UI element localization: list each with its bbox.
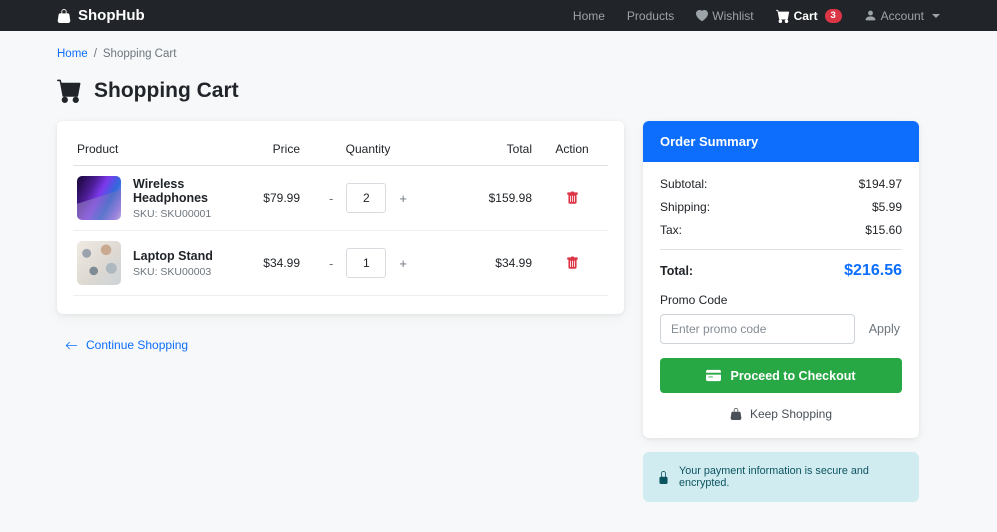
tax-label: Tax: xyxy=(660,223,683,237)
product-price: $79.99 xyxy=(222,165,304,231)
subtotal-value: $194.97 xyxy=(858,177,902,191)
decrease-qty-button[interactable]: - xyxy=(325,255,337,272)
arrow-left-icon xyxy=(65,339,78,352)
cart-title-icon xyxy=(57,78,82,103)
shipping-label: Shipping: xyxy=(660,200,711,214)
cart-icon xyxy=(775,9,790,23)
promo-code-input[interactable] xyxy=(660,314,855,344)
subtotal-row: Subtotal: $194.97 xyxy=(660,177,902,191)
col-header-price: Price xyxy=(222,133,304,166)
top-navbar: ShopHub Home Products Wishlist Cart 3 Ac… xyxy=(0,0,997,31)
cart-count-badge: 3 xyxy=(824,8,842,23)
promo-code-label: Promo Code xyxy=(660,293,728,307)
tax-row: Tax: $15.60 xyxy=(660,223,902,237)
shipping-value: $5.99 xyxy=(871,200,902,214)
bag-icon xyxy=(57,8,71,23)
line-total: $159.98 xyxy=(432,165,536,231)
product-sku: SKU: SKU00003 xyxy=(133,265,212,278)
nav-item-home[interactable]: Home xyxy=(573,9,605,23)
summary-divider xyxy=(660,249,902,250)
cart-items-card: Product Price Quantity Total Action Wire… xyxy=(57,121,624,314)
line-total: $34.99 xyxy=(432,230,536,296)
table-row: Laptop Stand SKU: SKU00003 $34.99 - 1 + … xyxy=(73,230,608,296)
bag-icon xyxy=(730,408,742,420)
proceed-to-checkout-button[interactable]: Proceed to Checkout xyxy=(660,358,902,393)
security-notice-text: Your payment information is secure and e… xyxy=(679,465,869,489)
col-header-action: Action xyxy=(536,133,608,166)
order-summary-title: Order Summary xyxy=(643,121,919,162)
nav-item-account[interactable]: Account xyxy=(864,9,940,23)
col-header-total: Total xyxy=(432,133,536,166)
product-sku: SKU: SKU00001 xyxy=(133,207,212,220)
product-image-wireless-headphones xyxy=(77,176,121,220)
quantity-input[interactable] xyxy=(346,183,387,213)
person-icon xyxy=(864,9,877,22)
breadcrumb: Home / Shopping Cart xyxy=(57,48,919,60)
keep-shopping-link[interactable]: Keep Shopping xyxy=(660,407,902,421)
order-summary-card: Order Summary Subtotal: $194.97 Shipping… xyxy=(643,121,919,438)
remove-item-button[interactable] xyxy=(564,254,581,272)
continue-shopping-link[interactable]: Continue Shopping xyxy=(65,338,188,352)
total-value: $216.56 xyxy=(844,262,902,279)
total-row: Total: $216.56 xyxy=(660,262,902,280)
product-image-laptop-stand xyxy=(77,241,121,285)
page-title: Shopping Cart xyxy=(57,78,919,103)
cart-table: Product Price Quantity Total Action Wire… xyxy=(73,133,608,296)
heart-icon xyxy=(696,9,709,22)
nav-item-products[interactable]: Products xyxy=(627,9,674,23)
brand-name: ShopHub xyxy=(78,7,145,24)
col-header-quantity: Quantity xyxy=(304,133,432,166)
brand-logo[interactable]: ShopHub xyxy=(57,7,145,24)
shipping-row: Shipping: $5.99 xyxy=(660,200,902,214)
col-header-product: Product xyxy=(73,133,222,166)
product-name: Laptop Stand xyxy=(133,248,213,263)
increase-qty-button[interactable]: + xyxy=(395,190,411,207)
lock-icon xyxy=(657,470,670,484)
apply-promo-button[interactable]: Apply xyxy=(855,322,902,336)
breadcrumb-separator: / xyxy=(93,48,97,60)
total-label: Total: xyxy=(660,264,694,278)
breadcrumb-current: Shopping Cart xyxy=(102,48,177,60)
product-name: Wireless Headphones xyxy=(133,176,209,205)
product-price: $34.99 xyxy=(222,230,304,296)
increase-qty-button[interactable]: + xyxy=(395,255,411,272)
trash-icon xyxy=(566,191,579,205)
breadcrumb-home-link[interactable]: Home xyxy=(57,48,88,60)
nav-links: Home Products Wishlist Cart 3 Account xyxy=(573,8,940,23)
nav-item-wishlist[interactable]: Wishlist xyxy=(696,9,754,23)
nav-item-cart[interactable]: Cart 3 xyxy=(775,8,842,23)
decrease-qty-button[interactable]: - xyxy=(325,190,337,207)
tax-value: $15.60 xyxy=(865,223,902,237)
security-notice: Your payment information is secure and e… xyxy=(643,452,919,502)
chevron-down-icon xyxy=(932,13,940,18)
table-row: Wireless Headphones SKU: SKU00001 $79.99… xyxy=(73,165,608,231)
quantity-stepper: - + xyxy=(308,248,428,278)
quantity-stepper: - + xyxy=(308,183,428,213)
credit-card-icon xyxy=(706,368,722,383)
trash-icon xyxy=(566,256,579,270)
quantity-input[interactable] xyxy=(346,248,387,278)
subtotal-label: Subtotal: xyxy=(660,177,708,191)
remove-item-button[interactable] xyxy=(564,189,581,207)
